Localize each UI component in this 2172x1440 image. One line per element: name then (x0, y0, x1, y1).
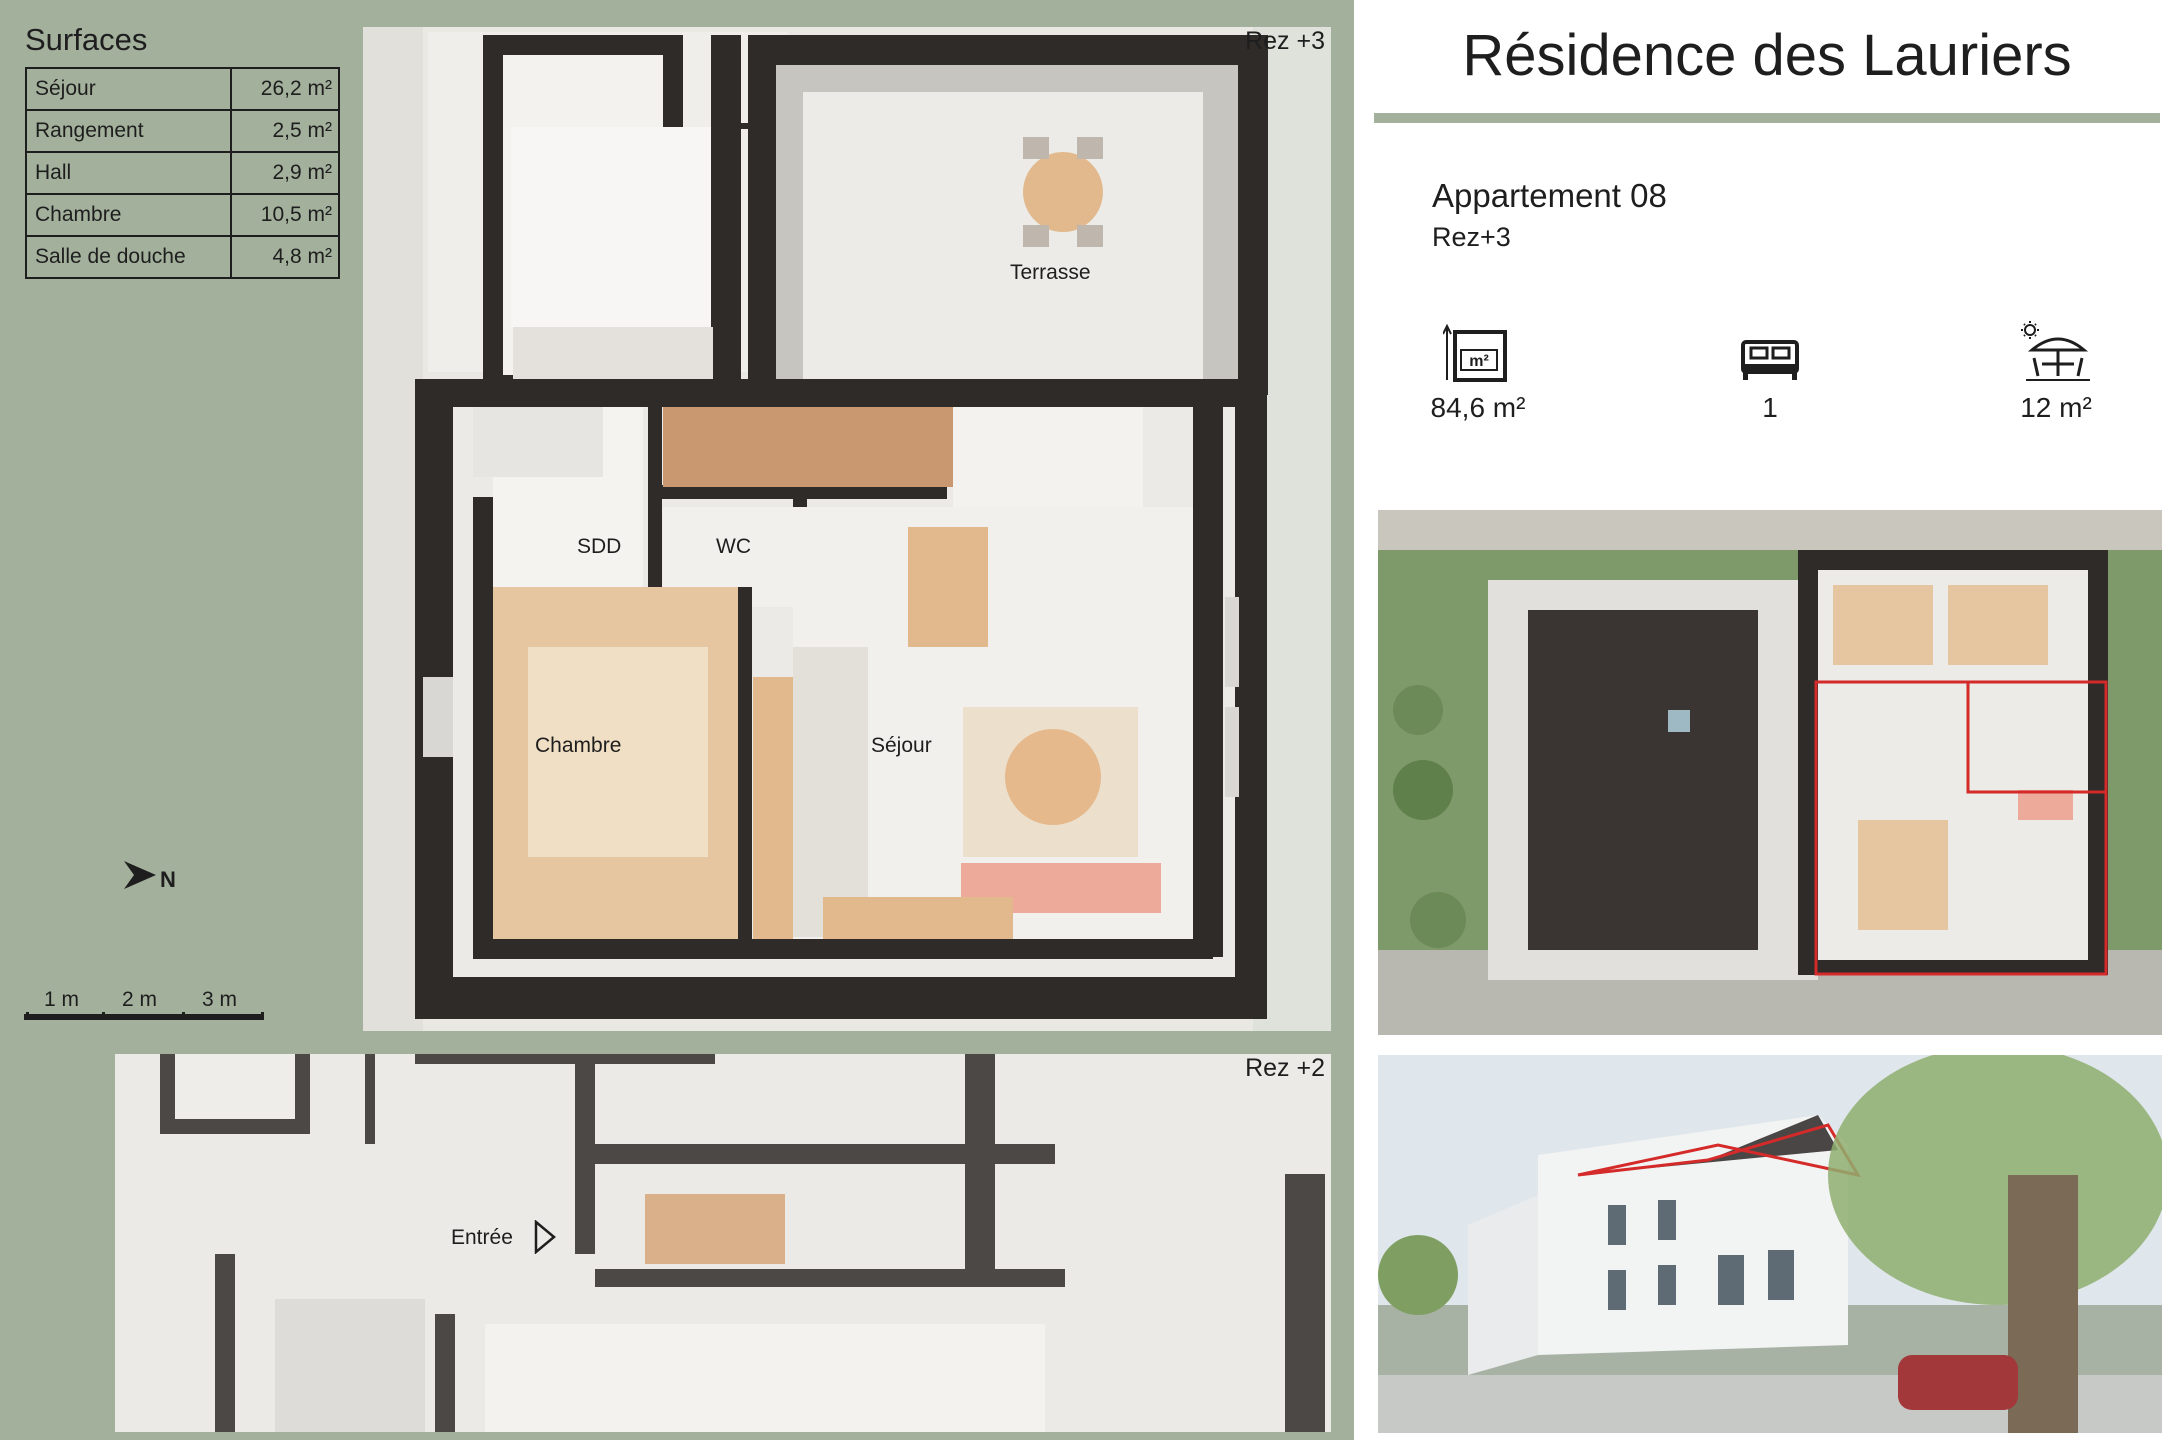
surface-room: Hall (24, 151, 233, 195)
surface-area: 4,8 m² (230, 235, 340, 279)
surfaces-table: Séjour 26,2 m² Rangement 2,5 m² Hall 2,9 m²… (24, 67, 340, 279)
floor-label-rez3: Rez +3 (1245, 27, 1325, 55)
stat-terrace: 12 m² (1946, 320, 2166, 424)
surface-row: Salle de douche 4,8 m² (24, 235, 340, 279)
page-title: Résidence des Lauriers (1462, 23, 2072, 88)
room-label-entree: Entrée (451, 1226, 513, 1249)
north-letter: N (160, 867, 176, 892)
surface-area: 10,5 m² (230, 193, 340, 237)
bed-icon (1741, 340, 1799, 380)
surface-area: 2,5 m² (230, 109, 340, 153)
surface-room: Séjour (24, 67, 233, 111)
area-icon-text: m² (1469, 353, 1489, 370)
title-divider (1374, 113, 2160, 123)
stat-bedrooms-value: 1 (1762, 392, 1778, 423)
surface-room: Salle de douche (24, 235, 233, 279)
surface-area: 2,9 m² (230, 151, 340, 195)
scale-bar: 1 m 2 m 3 m (24, 988, 264, 1028)
floor-area-icon: m² (1443, 323, 1507, 382)
room-label-terrasse: Terrasse (1010, 261, 1091, 284)
stat-area: m² 84,6 m² (1368, 320, 1588, 424)
floor-label-rez2: Rez +2 (1245, 1054, 1325, 1082)
surface-row: Rangement 2,5 m² (24, 109, 340, 153)
floor-plan-rez2: Rez +2 Entrée (115, 1054, 1331, 1432)
building-render-image (1378, 1055, 2162, 1433)
entrance-arrow-icon (534, 1220, 556, 1254)
floor-plan-rez3: Rez +3 Terrasse SDD WC Chambre Séjour (363, 27, 1331, 1031)
apartment-name: Appartement 08 (1432, 177, 1667, 214)
north-arrow-icon: N (120, 855, 190, 895)
surface-row: Séjour 26,2 m² (24, 67, 340, 111)
terrace-parasol-icon (2021, 321, 2090, 381)
room-label-sdd: SDD (577, 535, 622, 558)
surface-room: Rangement (24, 109, 233, 153)
stat-terrace-value: 12 m² (2020, 392, 2092, 423)
room-label-wc: WC (716, 535, 751, 558)
surface-row: Chambre 10,5 m² (24, 193, 340, 237)
room-label-sejour: Séjour (871, 734, 932, 757)
surface-area: 26,2 m² (230, 67, 340, 111)
room-label-chambre: Chambre (535, 734, 622, 757)
apartment-floor: Rez+3 (1432, 222, 1511, 252)
stat-area-value: 84,6 m² (1430, 392, 1526, 423)
surface-room: Chambre (24, 193, 233, 237)
stat-bedrooms: 1 (1660, 320, 1880, 424)
site-aerial-image (1378, 510, 2162, 1035)
surface-row: Hall 2,9 m² (24, 151, 340, 195)
surfaces-title: Surfaces (25, 22, 148, 57)
